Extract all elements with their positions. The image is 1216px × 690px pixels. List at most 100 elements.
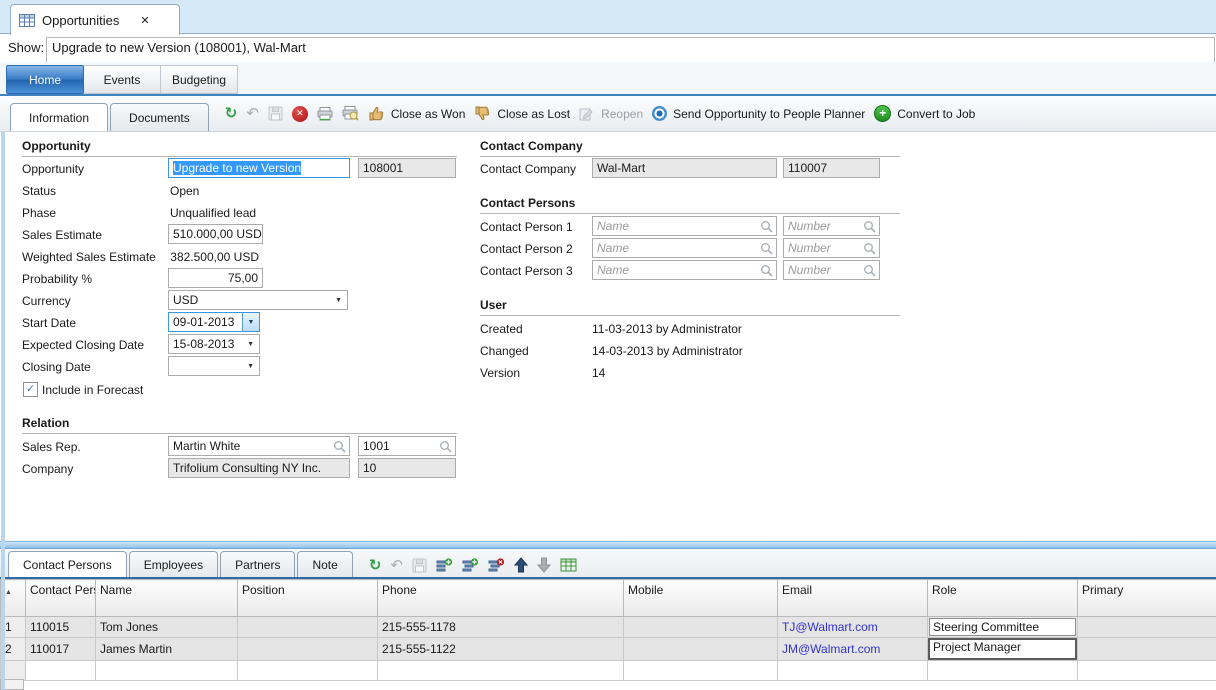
- weighted-sales-estimate-value: 382.500,00 USD: [168, 250, 259, 264]
- table-row[interactable]: 2 110017 James Martin 215-555-1122 JM@Wa…: [1, 638, 1216, 661]
- currency-dropdown[interactable]: USD▼: [168, 290, 348, 310]
- cell-primary[interactable]: [1078, 638, 1216, 661]
- cell-primary[interactable]: [1078, 617, 1216, 638]
- contact-person-1-number-input[interactable]: Number: [783, 216, 880, 236]
- document-tab-label: Opportunities: [42, 13, 119, 28]
- cell-contact-person-no[interactable]: 110017: [26, 638, 96, 661]
- contact-company-field: Wal-Mart: [592, 158, 777, 178]
- ribbon-tab-events[interactable]: Events: [83, 65, 161, 94]
- contact-person-2-name-input[interactable]: Name: [592, 238, 777, 258]
- cell-contact-person-no[interactable]: 110015: [26, 617, 96, 638]
- column-header-mobile[interactable]: Mobile: [624, 580, 778, 617]
- toolbar-tab-information[interactable]: Information: [10, 103, 108, 131]
- contact-person-3-number-input[interactable]: Number: [783, 260, 880, 280]
- cell-role[interactable]: Steering Committee: [928, 617, 1078, 638]
- name-placeholder: Name: [597, 219, 629, 233]
- sales-estimate-input[interactable]: 510.000,00 USD: [168, 224, 263, 244]
- search-icon[interactable]: [760, 220, 773, 233]
- cell-email[interactable]: TJ@Walmart.com: [778, 617, 928, 638]
- cell-position[interactable]: [238, 617, 378, 638]
- grid-icon[interactable]: [560, 558, 577, 572]
- search-icon[interactable]: [760, 242, 773, 255]
- ribbon-tab-home[interactable]: Home: [6, 65, 84, 94]
- include-in-forecast-checkbox[interactable]: ✓: [23, 382, 38, 397]
- contact-person-2-label: Contact Person 2: [480, 242, 573, 256]
- bottom-tab-partners[interactable]: Partners: [220, 551, 295, 577]
- company-number-field: 10: [358, 458, 456, 478]
- probability-input[interactable]: 75,00: [168, 268, 263, 288]
- column-header-phone[interactable]: Phone: [378, 580, 624, 617]
- role-dropdown-cell[interactable]: Steering Committee: [929, 618, 1076, 636]
- cell-name[interactable]: James Martin: [96, 638, 238, 661]
- table-row[interactable]: 1 110015 Tom Jones 215-555-1178 TJ@Walma…: [1, 617, 1216, 638]
- print-preview-icon[interactable]: [342, 106, 359, 121]
- document-tab-opportunities[interactable]: Opportunities ✕: [10, 4, 180, 35]
- contact-company-label: Contact Company: [480, 162, 576, 176]
- table-row-empty[interactable]: [1, 661, 1216, 681]
- search-icon[interactable]: [333, 440, 346, 453]
- closing-date-input[interactable]: ▼: [168, 356, 260, 376]
- section-heading-contact-persons: Contact Persons: [480, 196, 900, 214]
- close-as-lost-button[interactable]: Close as Lost: [474, 106, 570, 121]
- convert-to-job-label: Convert to Job: [897, 107, 975, 121]
- ribbon-tab-budgeting[interactable]: Budgeting: [160, 65, 238, 94]
- cell-phone[interactable]: 215-555-1122: [378, 638, 624, 661]
- changed-label: Changed: [480, 344, 529, 358]
- contact-person-2-number-input[interactable]: Number: [783, 238, 880, 258]
- cell-name[interactable]: Tom Jones: [96, 617, 238, 638]
- table-header-row: ▲ Contact Person No. Name Position Phone…: [1, 580, 1216, 617]
- search-icon[interactable]: [760, 264, 773, 277]
- delete-row-icon[interactable]: [488, 558, 505, 573]
- search-icon[interactable]: [439, 440, 452, 453]
- contact-person-1-name-input[interactable]: Name: [592, 216, 777, 236]
- closing-date-label: Closing Date: [22, 360, 91, 374]
- email-link[interactable]: TJ@Walmart.com: [782, 620, 878, 634]
- email-link[interactable]: JM@Walmart.com: [782, 642, 880, 656]
- refresh-icon[interactable]: ↻: [225, 106, 238, 121]
- cell-phone[interactable]: 215-555-1178: [378, 617, 624, 638]
- sales-rep-input[interactable]: Martin White: [168, 436, 350, 456]
- delete-icon[interactable]: ✕: [292, 106, 308, 122]
- currency-value: USD: [173, 293, 198, 307]
- cell-role[interactable]: Project Manager: [928, 638, 1078, 661]
- start-date-dropdown-button[interactable]: ▼: [242, 313, 259, 331]
- send-to-people-planner-button[interactable]: Send Opportunity to People Planner: [652, 106, 865, 121]
- add-row-icon[interactable]: [436, 558, 453, 573]
- sales-rep-number-input[interactable]: 1001: [358, 436, 456, 456]
- column-header-email[interactable]: Email: [778, 580, 928, 617]
- close-icon[interactable]: ✕: [140, 14, 149, 27]
- move-up-icon[interactable]: [514, 557, 528, 573]
- bottom-tab-employees[interactable]: Employees: [129, 551, 218, 577]
- role-dropdown-cell-focused[interactable]: Project Manager: [928, 638, 1077, 660]
- opportunity-input[interactable]: Upgrade to new Version: [168, 158, 350, 178]
- refresh-icon[interactable]: ↻: [369, 558, 382, 573]
- cell-email[interactable]: JM@Walmart.com: [778, 638, 928, 661]
- column-header-role[interactable]: Role: [928, 580, 1078, 617]
- cell-mobile[interactable]: [624, 638, 778, 661]
- column-header-contact-person-no[interactable]: Contact Person No.: [26, 580, 96, 617]
- contact-person-3-name-input[interactable]: Name: [592, 260, 777, 280]
- section-heading-user: User: [480, 298, 900, 316]
- print-icon[interactable]: [317, 107, 333, 121]
- show-input[interactable]: Upgrade to new Version (108001), Wal-Mar…: [46, 37, 1215, 63]
- column-header-name[interactable]: Name: [96, 580, 238, 617]
- column-header-primary[interactable]: Primary: [1078, 580, 1216, 617]
- search-icon[interactable]: [863, 264, 876, 277]
- start-date-input[interactable]: 09-01-2013▼: [168, 312, 260, 332]
- search-icon[interactable]: [863, 220, 876, 233]
- expected-closing-date-input[interactable]: 15-08-2013▼: [168, 334, 260, 354]
- insert-row-icon[interactable]: [462, 558, 479, 573]
- convert-to-job-button[interactable]: + Convert to Job: [874, 105, 975, 122]
- show-bar: Show: Upgrade to new Version (108001), W…: [0, 34, 1216, 62]
- undo-icon: ↶: [246, 106, 259, 121]
- horizontal-splitter[interactable]: [0, 541, 1216, 549]
- bottom-tab-note[interactable]: Note: [297, 551, 352, 577]
- cell-position[interactable]: [238, 638, 378, 661]
- toolbar-tab-documents[interactable]: Documents: [110, 103, 209, 131]
- company-field: Trifolium Consulting NY Inc.: [168, 458, 350, 478]
- cell-mobile[interactable]: [624, 617, 778, 638]
- search-icon[interactable]: [863, 242, 876, 255]
- column-header-position[interactable]: Position: [238, 580, 378, 617]
- close-as-won-button[interactable]: Close as Won: [368, 106, 465, 121]
- bottom-tab-contact-persons[interactable]: Contact Persons: [8, 551, 127, 577]
